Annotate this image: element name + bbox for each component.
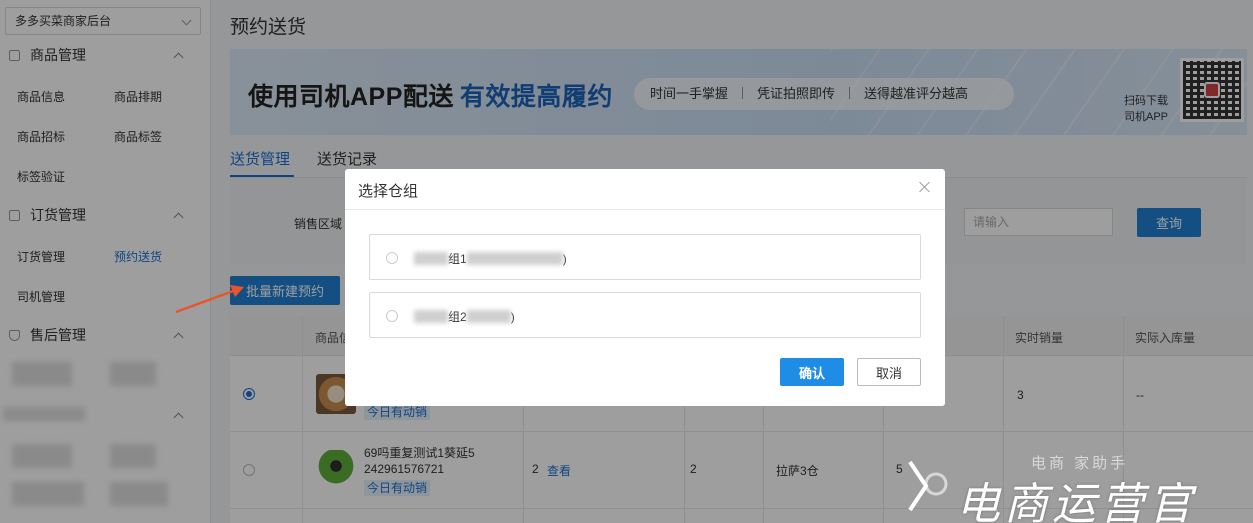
select-warehouse-group-dialog: 选择仓组 组1) 组2) 确认 取消 [345, 169, 945, 406]
option-label: 组2) [414, 308, 515, 325]
option-radio[interactable] [386, 252, 398, 264]
watermark-text: 电商运营官 [956, 479, 1196, 523]
redacted-text [466, 252, 563, 265]
close-icon[interactable] [918, 180, 932, 194]
cancel-button[interactable]: 取消 [857, 358, 921, 386]
dialog-title: 选择仓组 [358, 183, 419, 200]
divider [345, 209, 945, 210]
warehouse-group-option[interactable]: 组2) [369, 292, 921, 338]
watermark-logo-icon [908, 460, 948, 512]
confirm-button[interactable]: 确认 [780, 358, 844, 386]
watermark: 电商 家助手 电商运营官 [906, 446, 1253, 523]
annotation-arrow-icon [175, 285, 244, 314]
option-radio[interactable] [386, 310, 398, 322]
warehouse-group-option[interactable]: 组1) [369, 234, 921, 280]
redacted-text [414, 252, 448, 265]
option-label: 组1) [414, 250, 567, 267]
redacted-text [466, 310, 511, 323]
redacted-text [414, 310, 448, 323]
